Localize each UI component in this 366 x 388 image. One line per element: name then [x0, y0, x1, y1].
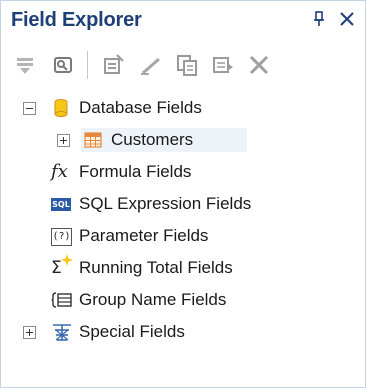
running-total-icon: Σ: [51, 254, 75, 278]
field-explorer-toolbar: [1, 41, 365, 85]
tree-item-label: Special Fields: [79, 322, 185, 341]
new-icon[interactable]: [99, 51, 127, 79]
duplicate-icon[interactable]: [173, 51, 201, 79]
parameter-icon: (?): [51, 226, 73, 246]
tree-item-parameter-fields[interactable]: (?) Parameter Fields: [1, 221, 361, 251]
close-icon[interactable]: [337, 9, 357, 29]
expand-icon[interactable]: [23, 326, 36, 339]
field-explorer-panel: Field Explorer Database Fields Customers…: [0, 0, 366, 388]
table-icon: [83, 130, 103, 150]
tree-item-sql-expression-fields[interactable]: SQL SQL Expression Fields: [1, 189, 361, 219]
tree-item-label: Parameter Fields: [79, 226, 209, 245]
insert-to-report-icon[interactable]: [11, 51, 39, 79]
panel-title: Field Explorer: [11, 9, 142, 31]
panel-titlebar: Field Explorer: [1, 1, 365, 39]
tree-item-label: Running Total Fields: [79, 258, 233, 277]
collapse-icon[interactable]: [23, 102, 36, 115]
toolbar-separator: [87, 51, 88, 79]
rename-icon[interactable]: [209, 51, 237, 79]
tree-item-group-name-fields[interactable]: Group Name Fields: [1, 285, 361, 315]
tree-item-special-fields[interactable]: Special Fields: [1, 317, 361, 347]
sql-icon: SQL: [51, 198, 71, 211]
special-fields-icon: [51, 322, 73, 342]
tree-item-label: Formula Fields: [79, 162, 192, 181]
formula-icon: fx: [51, 161, 68, 182]
tree-item-label: Database Fields: [79, 98, 202, 117]
pin-icon[interactable]: [309, 9, 329, 29]
tree-item-customers[interactable]: Customers: [1, 125, 361, 155]
tree-item-label: SQL Expression Fields: [79, 194, 252, 213]
browse-icon[interactable]: [49, 51, 77, 79]
edit-icon[interactable]: [137, 51, 165, 79]
tree-item-database-fields[interactable]: Database Fields: [1, 93, 361, 123]
tree-item-label: Customers: [111, 130, 194, 149]
tree-item-label: Group Name Fields: [79, 290, 227, 309]
tree-item-running-total-fields[interactable]: Σ Running Total Fields: [1, 253, 361, 283]
tree-item-formula-fields[interactable]: fx Formula Fields: [1, 157, 361, 187]
database-icon: [51, 98, 71, 118]
expand-icon[interactable]: [57, 134, 70, 147]
group-name-icon: [51, 290, 75, 310]
delete-icon[interactable]: [245, 51, 273, 79]
